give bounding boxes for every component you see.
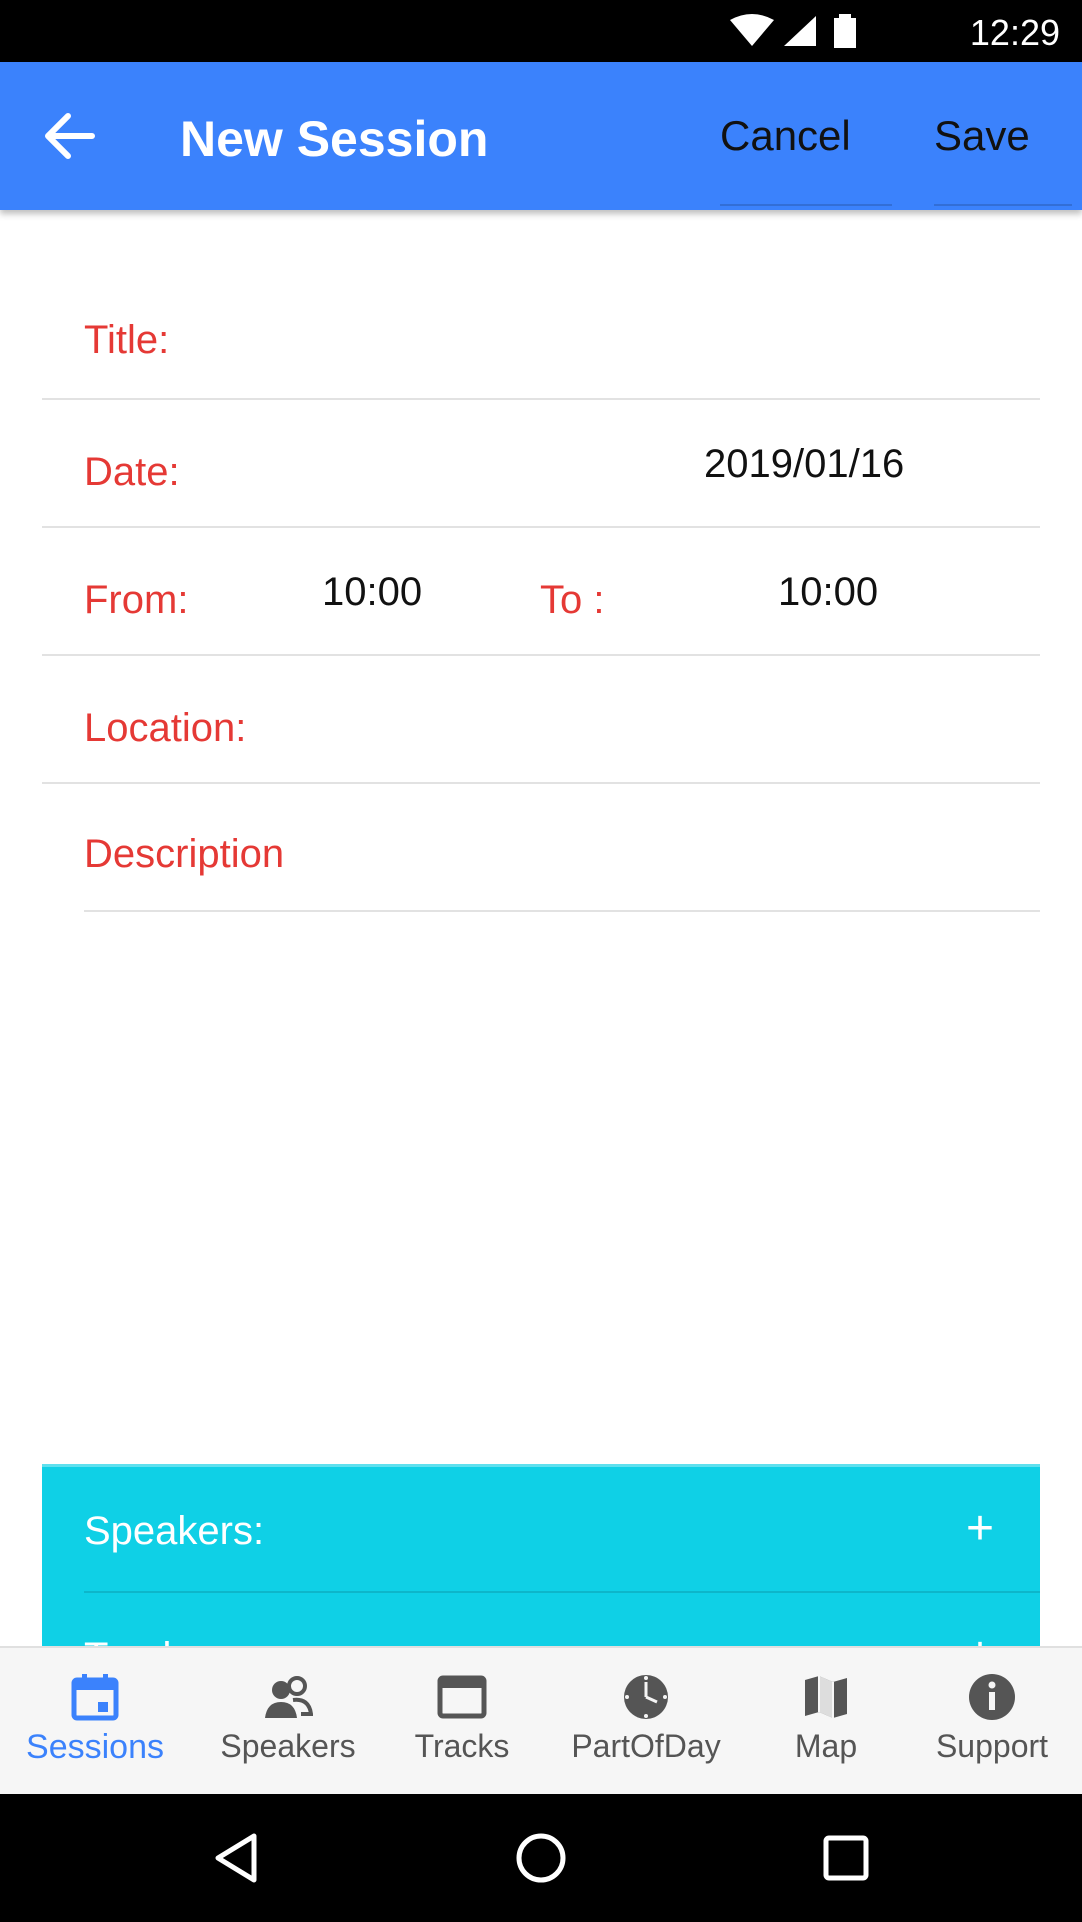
title-input[interactable]	[262, 292, 1022, 372]
time-row: From: 10:00 To : 10:00	[42, 528, 1040, 656]
tab-partofday[interactable]: PartOfDay	[556, 1648, 736, 1796]
window-icon	[437, 1675, 487, 1719]
people-icon	[265, 1676, 313, 1718]
save-button[interactable]: Save	[934, 112, 1072, 206]
tab-speakers[interactable]: Speakers	[198, 1648, 378, 1796]
add-speaker-icon[interactable]: +	[966, 1501, 994, 1556]
tracks-row-label: Tracks:	[84, 1635, 214, 1646]
tab-support-label: Support	[935, 1728, 1049, 1764]
tab-tracks[interactable]: Tracks	[382, 1648, 542, 1796]
from-time-value[interactable]: 10:00	[322, 570, 422, 615]
from-label: From:	[84, 578, 189, 622]
signal-icon	[784, 16, 816, 46]
app-bar: New Session Cancel Save	[0, 62, 1082, 210]
system-nav-bar	[0, 1794, 1082, 1922]
speakers-row[interactable]: Speakers: +	[42, 1467, 1040, 1593]
page-title: New Session	[180, 111, 489, 167]
date-label: Date:	[84, 450, 180, 494]
speakers-row-label: Speakers:	[84, 1509, 265, 1553]
session-links-panel: Speakers: + Tracks: +	[42, 1464, 1040, 1646]
recents-square-icon[interactable]	[816, 1828, 876, 1888]
back-arrow-icon[interactable]	[40, 108, 100, 164]
title-row: Title:	[42, 272, 1040, 400]
back-triangle-icon[interactable]	[206, 1828, 266, 1888]
info-icon	[969, 1674, 1015, 1720]
tab-sessions[interactable]: Sessions	[10, 1648, 180, 1796]
status-time: 12:29	[969, 12, 1060, 53]
tab-map[interactable]: Map	[756, 1648, 896, 1796]
tab-sessions-label: Sessions	[26, 1728, 164, 1766]
tracks-row[interactable]: Tracks: +	[42, 1593, 1040, 1646]
description-label: Description	[84, 832, 285, 876]
cancel-button[interactable]: Cancel	[720, 112, 892, 206]
tab-map-label: Map	[794, 1728, 858, 1764]
tab-partofday-label: PartOfDay	[571, 1728, 721, 1764]
date-value[interactable]: 2019/01/16	[704, 442, 904, 487]
description-divider	[84, 910, 1040, 912]
battery-icon	[834, 14, 856, 48]
tab-support[interactable]: Support	[914, 1648, 1070, 1796]
status-bar: 12:29	[0, 0, 1082, 62]
location-label: Location:	[84, 706, 247, 750]
to-time-value[interactable]: 10:00	[778, 570, 878, 615]
bottom-tab-bar: Sessions Speakers Tracks PartOfDay Map S…	[0, 1646, 1082, 1794]
clock-icon	[624, 1675, 668, 1719]
status-icons	[730, 14, 856, 48]
home-circle-icon[interactable]	[511, 1828, 571, 1888]
add-track-icon[interactable]: +	[966, 1627, 994, 1646]
title-label: Title:	[84, 318, 170, 362]
map-icon	[805, 1676, 847, 1718]
location-row: Location:	[42, 656, 1040, 784]
to-label: To :	[540, 578, 605, 622]
date-row[interactable]: Date: 2019/01/16	[42, 400, 1040, 528]
description-field[interactable]: Description	[42, 784, 1040, 910]
wifi-icon	[730, 14, 774, 46]
tab-speakers-label: Speakers	[220, 1728, 356, 1764]
calendar-icon	[71, 1674, 119, 1721]
tab-tracks-label: Tracks	[414, 1728, 510, 1764]
